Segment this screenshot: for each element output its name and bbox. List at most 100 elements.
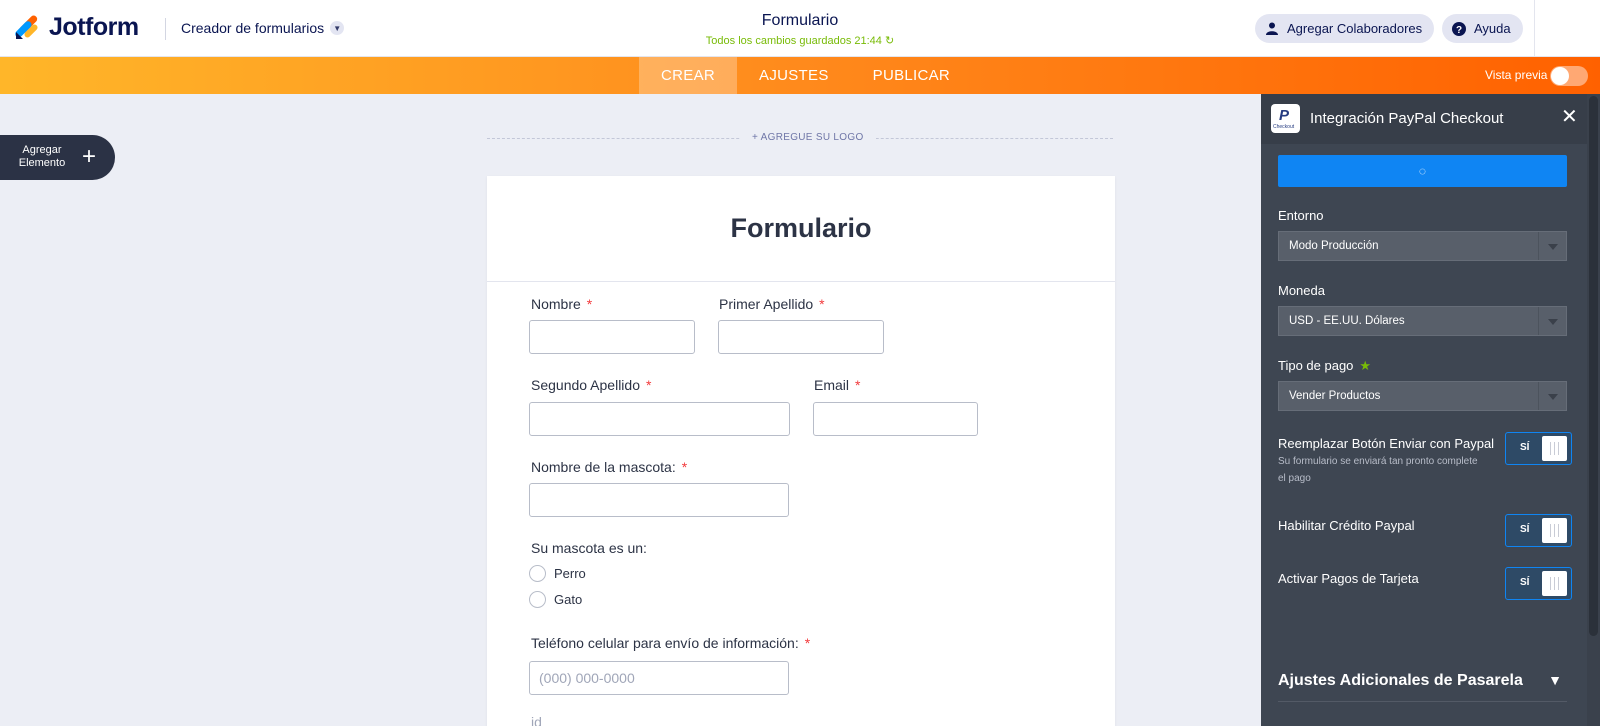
add-element-label-line1: Agregar [22,144,62,156]
radio-gato[interactable]: Gato [529,591,582,608]
add-element-button[interactable]: Agregar Elemento + [0,135,115,180]
svg-text:?: ? [1456,25,1462,36]
dropdown-arrow-icon [1538,307,1566,335]
panel-header: P Checkout Integración PayPal Checkout ✕ [1261,94,1600,144]
radio-circle [529,565,546,582]
radio-circle [529,591,546,608]
mascota-input[interactable] [529,483,789,517]
telefono-label-text: Teléfono celular para envío de informaci… [531,635,799,651]
entorno-label: Entorno [1278,208,1324,223]
add-element-label: Agregar Elemento [16,144,68,170]
user-icon [1265,22,1279,36]
reemplazar-toggle[interactable]: SÍ [1505,432,1572,465]
radio-gato-label: Gato [554,592,583,607]
segundo-apellido-label: Segundo Apellido * [531,377,651,393]
reemplazar-label: Reemplazar Botón Enviar con Paypal [1278,436,1495,451]
paypal-logo-icon: P Checkout [1271,104,1300,133]
help-label: Ayuda [1474,21,1511,36]
preview-label: Vista previa [1485,68,1548,82]
mascota-label-text: Nombre de la mascota: [531,459,676,475]
help-button[interactable]: ? Ayuda [1442,14,1523,43]
toggle-knob [1542,518,1567,543]
entorno-value: Modo Producción [1289,240,1379,252]
required-mark: * [586,296,593,312]
tab-crear[interactable]: CREAR [639,57,738,94]
moneda-select[interactable]: USD - EE.UU. Dólares [1278,306,1567,336]
panel-title: Integración PayPal Checkout [1310,110,1504,127]
segundo-apellido-label-text: Segundo Apellido [531,377,640,393]
telefono-label: Teléfono celular para envío de informaci… [531,635,810,651]
add-collaborators-button[interactable]: Agregar Colaboradores [1255,14,1435,43]
nombre-input[interactable] [529,320,695,354]
jotform-logo[interactable]: Jotform [14,13,139,42]
form-card: Formulario Nombre * Primer Apellido * Segu… [487,176,1115,726]
reemplazar-description: Su formulario se enviará tan pronto comp… [1278,456,1478,484]
add-logo-link[interactable]: + AGREGUE SU LOGO [740,132,876,143]
entorno-select[interactable]: Modo Producción [1278,231,1567,261]
panel-scrollbar[interactable] [1587,94,1600,726]
dropdown-arrow-icon [1538,232,1566,260]
saved-status-text: Todos los cambios guardados 21:44 [705,35,882,47]
star-icon: ★ [1359,358,1372,373]
email-input[interactable] [813,402,978,436]
jotform-logo-icon [14,15,40,41]
primer-apellido-label-text: Primer Apellido [719,296,814,312]
creator-label: Creador de formularios [181,20,325,36]
toggle-knob [1542,571,1567,596]
toggle-yes-text: SÍ [1520,524,1530,535]
plus-icon: + [82,143,97,170]
brand-name: Jotform [49,13,139,41]
toggle-yes-text: SÍ [1520,577,1530,588]
add-collaborators-label: Agregar Colaboradores [1287,21,1423,36]
credito-toggle[interactable]: SÍ [1505,514,1572,547]
builder-tabs: CREAR AJUSTES PUBLICAR [639,57,972,94]
required-mark: * [855,377,861,393]
chevron-down-icon: ▼ [1548,672,1562,688]
primer-apellido-label: Primer Apellido * [719,296,825,312]
radio-perro-label: Perro [554,566,586,581]
moneda-label: Moneda [1278,283,1325,298]
radio-perro[interactable]: Perro [529,565,586,582]
toggle-yes-text: SÍ [1520,442,1530,453]
required-mark: * [646,377,652,393]
paypal-settings-panel: P Checkout Integración PayPal Checkout ✕… [1261,94,1600,726]
preview-toggle[interactable] [1550,66,1588,86]
chevron-down-icon: ▼ [330,21,345,35]
scrollbar-thumb[interactable] [1589,96,1598,636]
telefono-input[interactable]: (000) 000-0000 [529,661,789,695]
paypal-logo-sub: Checkout [1273,124,1295,130]
nombre-label: Nombre * [531,296,592,312]
tab-publicar[interactable]: PUBLICAR [851,57,972,94]
loading-spinner-icon: ◌ [1418,164,1427,178]
header-divider [165,18,166,40]
toggle-knob [1542,436,1567,461]
refresh-icon: ↻ [884,35,895,47]
paypal-connect-button[interactable]: ◌ [1278,155,1567,187]
top-header: Jotform Creador de formularios ▼ Formula… [0,0,1600,57]
required-mark: * [804,635,811,651]
form-header[interactable]: Formulario [487,176,1115,282]
tab-ajustes[interactable]: AJUSTES [737,57,851,94]
header-right-divider [1534,0,1535,57]
segundo-apellido-input[interactable] [529,402,790,436]
form-heading: Formulario [730,213,872,243]
nombre-label-text: Nombre [531,296,581,312]
mascota-label: Nombre de la mascota: * [531,459,687,475]
preview-toggle-knob [1551,67,1569,85]
builder-nav: CREAR AJUSTES PUBLICAR Vista previa [0,57,1600,94]
tipo-pago-label: Tipo de pago ★ [1278,358,1371,374]
question-icon: ? [1452,21,1466,36]
email-label-text: Email [814,377,850,393]
additional-settings-accordion[interactable]: Ajustes Adicionales de Pasarela ▼ [1278,672,1567,702]
tarjeta-toggle[interactable]: SÍ [1505,567,1572,600]
moneda-value: USD - EE.UU. Dólares [1289,315,1405,327]
tipo-pago-label-text: Tipo de pago [1278,358,1354,373]
tipo-mascota-label: Su mascota es un: [531,540,647,556]
tipo-pago-select[interactable]: Vender Productos [1278,381,1567,411]
id-label: id [531,714,542,726]
required-mark: * [819,296,825,312]
primer-apellido-input[interactable] [718,320,884,354]
close-icon[interactable]: ✕ [1561,106,1578,128]
additional-settings-label: Ajustes Adicionales de Pasarela [1278,672,1523,689]
creator-menu[interactable]: Creador de formularios ▼ [181,20,345,36]
